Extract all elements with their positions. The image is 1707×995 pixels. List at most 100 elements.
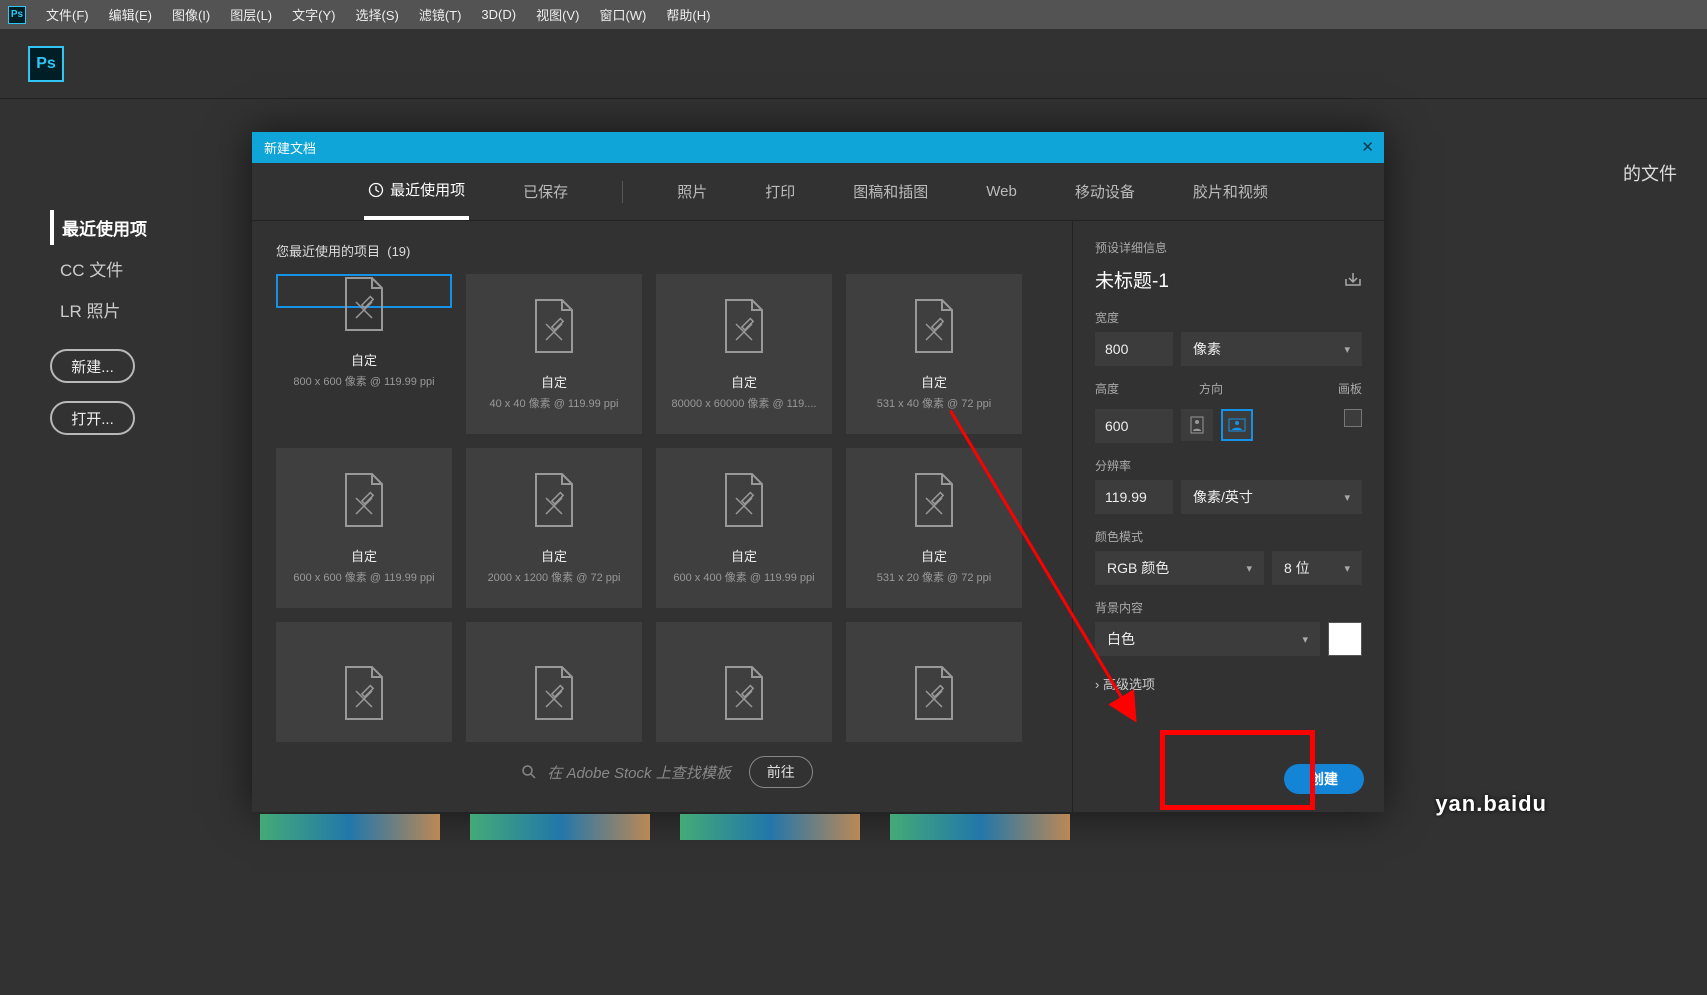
start-sidebar: 最近使用项 CC 文件 LR 照片 新建... 打开... xyxy=(50,210,210,435)
preset-meta: 531 x 40 像素 @ 72 ppi xyxy=(877,395,992,411)
background-swatch[interactable] xyxy=(1328,622,1362,656)
preset-name: 自定 xyxy=(921,372,947,391)
document-icon xyxy=(912,298,956,354)
tab-photo[interactable]: 照片 xyxy=(673,181,711,218)
preset-card[interactable]: 自定 2000 x 1200 像素 @ 72 ppi xyxy=(466,448,642,608)
logo-bar: Ps xyxy=(0,29,1707,99)
advanced-toggle[interactable]: › 高级选项 xyxy=(1095,674,1362,693)
width-unit-select[interactable]: 像素▾ xyxy=(1181,332,1362,366)
preset-meta: 600 x 400 像素 @ 119.99 ppi xyxy=(673,569,814,585)
menu-select[interactable]: 选择(S) xyxy=(355,5,398,24)
width-label: 宽度 xyxy=(1095,309,1362,326)
preset-meta: 40 x 40 像素 @ 119.99 ppi xyxy=(490,395,619,411)
preset-name: 自定 xyxy=(731,372,757,391)
thumb xyxy=(260,814,440,840)
orientation-landscape[interactable] xyxy=(1221,409,1253,441)
preset-grid[interactable]: 自定800 x 600 像素 @ 119.99 ppi自定40 x 40 像素 … xyxy=(276,274,1058,742)
preset-card[interactable]: 自定 531 x 40 像素 @ 72 ppi xyxy=(846,274,1022,434)
search-icon xyxy=(521,764,537,780)
menu-file[interactable]: 文件(F) xyxy=(46,5,89,24)
document-icon xyxy=(532,472,576,528)
chevron-down-icon: ▾ xyxy=(1344,491,1350,504)
menu-3d[interactable]: 3D(D) xyxy=(481,7,516,22)
recent-thumbs xyxy=(260,814,1070,840)
recent-header-text: 您最近使用的项目 xyxy=(276,244,380,259)
stock-placeholder: 在 Adobe Stock 上查找模板 xyxy=(547,762,730,783)
save-preset-icon[interactable] xyxy=(1344,271,1362,289)
thumb xyxy=(680,814,860,840)
preset-name: 自定 xyxy=(541,372,567,391)
thumb xyxy=(890,814,1070,840)
app-icon: Ps xyxy=(8,6,26,24)
menu-help[interactable]: 帮助(H) xyxy=(666,5,710,24)
document-icon xyxy=(532,665,576,721)
preset-card[interactable] xyxy=(656,622,832,742)
tab-mobile[interactable]: 移动设备 xyxy=(1071,181,1139,218)
new-button[interactable]: 新建... xyxy=(50,349,135,383)
document-icon xyxy=(342,665,386,721)
tab-recent[interactable]: 最近使用项 xyxy=(364,179,469,220)
preset-name: 自定 xyxy=(731,546,757,565)
document-icon xyxy=(912,665,956,721)
preset-card[interactable] xyxy=(276,622,452,742)
artboard-checkbox[interactable] xyxy=(1344,409,1362,427)
menu-filter[interactable]: 滤镜(T) xyxy=(419,5,462,24)
preset-meta: 800 x 600 像素 @ 119.99 ppi xyxy=(293,373,434,389)
new-document-dialog: 新建文档 ✕ 最近使用项 已保存 照片 打印 图稿和插图 Web 移动设备 胶片… xyxy=(252,132,1384,812)
doc-title[interactable]: 未标题-1 xyxy=(1095,266,1169,293)
sidebar-cc-files[interactable]: CC 文件 xyxy=(50,251,210,286)
preset-name: 自定 xyxy=(351,350,377,369)
preset-name: 自定 xyxy=(921,546,947,565)
menu-window[interactable]: 窗口(W) xyxy=(599,5,646,24)
stock-go-button[interactable]: 前往 xyxy=(749,756,813,788)
preset-card[interactable] xyxy=(466,622,642,742)
tab-film[interactable]: 胶片和视频 xyxy=(1189,181,1272,218)
menu-edit[interactable]: 编辑(E) xyxy=(109,5,152,24)
document-icon xyxy=(912,472,956,528)
open-button[interactable]: 打开... xyxy=(50,401,135,435)
menu-type[interactable]: 文字(Y) xyxy=(292,5,335,24)
tab-web[interactable]: Web xyxy=(982,183,1021,216)
preset-name: 自定 xyxy=(541,546,567,565)
document-icon xyxy=(722,472,766,528)
tab-art[interactable]: 图稿和插图 xyxy=(849,181,932,218)
chevron-down-icon: ▾ xyxy=(1344,562,1350,575)
tab-recent-label: 最近使用项 xyxy=(390,179,465,200)
preset-card[interactable]: 自定800 x 600 像素 @ 119.99 ppi xyxy=(276,274,452,308)
tab-print[interactable]: 打印 xyxy=(761,181,799,218)
preset-details-panel: 预设详细信息 未标题-1 宽度 像素▾ 高度 方向 画板 分辨率 xyxy=(1072,221,1384,812)
color-mode-select[interactable]: RGB 颜色▾ xyxy=(1095,551,1264,585)
sidebar-lr-photos[interactable]: LR 照片 xyxy=(50,292,210,327)
preset-card[interactable]: 自定80000 x 60000 像素 @ 119.... xyxy=(656,274,832,434)
preset-name: 自定 xyxy=(351,546,377,565)
stock-search[interactable]: 在 Adobe Stock 上查找模板 xyxy=(521,762,730,783)
create-button[interactable]: 创建 xyxy=(1284,764,1364,794)
preset-meta: 2000 x 1200 像素 @ 72 ppi xyxy=(488,569,621,585)
menu-image[interactable]: 图像(I) xyxy=(172,5,210,24)
document-icon xyxy=(722,298,766,354)
orientation-portrait[interactable] xyxy=(1181,409,1213,441)
preset-card[interactable]: 自定600 x 600 像素 @ 119.99 ppi xyxy=(276,448,452,608)
resolution-unit-select[interactable]: 像素/英寸▾ xyxy=(1181,480,1362,514)
close-icon[interactable]: ✕ xyxy=(1361,138,1374,156)
tab-saved[interactable]: 已保存 xyxy=(519,181,572,218)
document-icon xyxy=(722,665,766,721)
watermark: yan.baidu xyxy=(1435,791,1547,817)
sidebar-recent[interactable]: 最近使用项 xyxy=(50,210,210,245)
menu-bar: Ps 文件(F) 编辑(E) 图像(I) 图层(L) 文字(Y) 选择(S) 滤… xyxy=(0,0,1707,29)
background-select[interactable]: 白色▾ xyxy=(1095,622,1320,656)
preset-card[interactable] xyxy=(846,622,1022,742)
menu-view[interactable]: 视图(V) xyxy=(536,5,579,24)
preset-card[interactable]: 自定 600 x 400 像素 @ 119.99 ppi xyxy=(656,448,832,608)
preset-card[interactable]: 自定 40 x 40 像素 @ 119.99 ppi xyxy=(466,274,642,434)
height-input[interactable] xyxy=(1095,409,1173,443)
menu-layer[interactable]: 图层(L) xyxy=(230,5,272,24)
resolution-input[interactable] xyxy=(1095,480,1173,514)
color-mode-label: 颜色模式 xyxy=(1095,528,1362,545)
width-input[interactable] xyxy=(1095,332,1173,366)
color-bits-select[interactable]: 8 位▾ xyxy=(1272,551,1362,585)
document-icon xyxy=(342,472,386,528)
document-icon xyxy=(532,298,576,354)
bg-text: 的文件 xyxy=(1623,160,1677,186)
preset-card[interactable]: 自定531 x 20 像素 @ 72 ppi xyxy=(846,448,1022,608)
